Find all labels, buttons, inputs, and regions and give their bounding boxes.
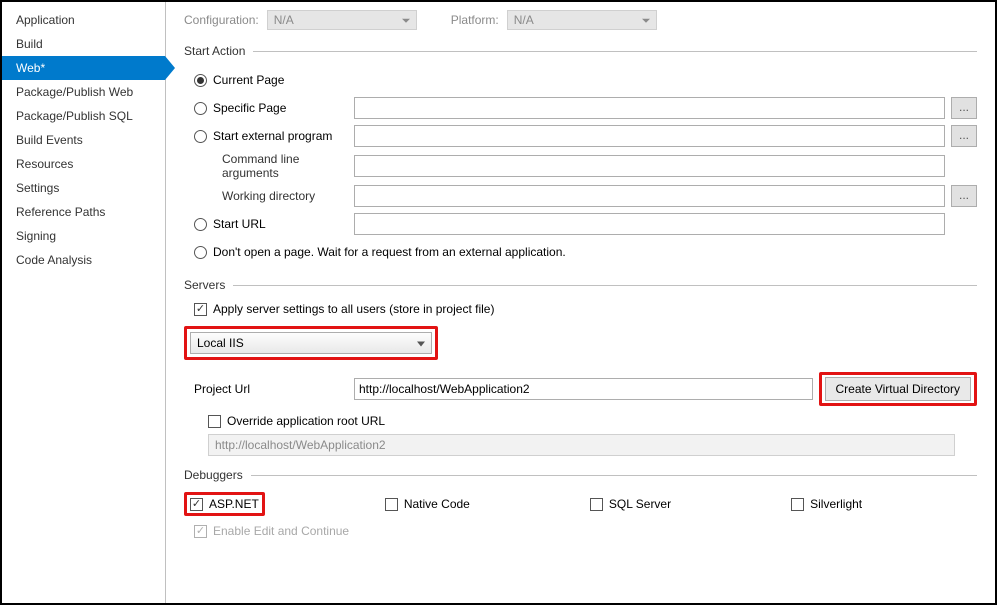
working-dir-browse-button[interactable]: ... (951, 185, 977, 207)
main-panel: Configuration: N/A Platform: N/A Start A… (166, 2, 995, 603)
sidebar: Application Build Web* Package/Publish W… (2, 2, 166, 603)
specific-page-input[interactable] (354, 97, 945, 119)
override-root-checkbox[interactable] (208, 415, 221, 428)
configuration-select: N/A (267, 10, 417, 30)
sidebar-item-package-publish-web[interactable]: Package/Publish Web (2, 80, 165, 104)
enable-edit-label: Enable Edit and Continue (213, 524, 349, 538)
specific-page-label: Specific Page (213, 101, 286, 115)
start-action-header: Start Action (184, 44, 977, 58)
sidebar-item-settings[interactable]: Settings (2, 176, 165, 200)
current-page-radio[interactable] (194, 74, 207, 87)
working-dir-input[interactable] (354, 185, 945, 207)
silverlight-checkbox[interactable] (791, 498, 804, 511)
aspnet-label: ASP.NET (209, 497, 259, 511)
start-external-radio[interactable] (194, 130, 207, 143)
server-select-value: Local IIS (197, 336, 244, 350)
sidebar-item-application[interactable]: Application (2, 8, 165, 32)
aspnet-checkbox[interactable] (190, 498, 203, 511)
servers-title: Servers (184, 278, 225, 292)
sidebar-item-package-publish-sql[interactable]: Package/Publish SQL (2, 104, 165, 128)
silverlight-label: Silverlight (810, 497, 862, 511)
dont-open-radio[interactable] (194, 246, 207, 259)
configuration-label: Configuration: (184, 13, 259, 27)
sql-server-label: SQL Server (609, 497, 671, 511)
override-root-label: Override application root URL (227, 414, 385, 428)
config-platform-row: Configuration: N/A Platform: N/A (184, 10, 977, 30)
sql-server-checkbox[interactable] (590, 498, 603, 511)
debuggers-title: Debuggers (184, 468, 243, 482)
apply-all-checkbox[interactable] (194, 303, 207, 316)
current-page-label: Current Page (213, 73, 284, 87)
sidebar-item-code-analysis[interactable]: Code Analysis (2, 248, 165, 272)
cmd-args-label: Command line arguments (184, 152, 354, 180)
start-url-radio[interactable] (194, 218, 207, 231)
specific-page-browse-button[interactable]: ... (951, 97, 977, 119)
sidebar-item-build-events[interactable]: Build Events (2, 128, 165, 152)
platform-select: N/A (507, 10, 657, 30)
dont-open-label: Don't open a page. Wait for a request fr… (213, 245, 566, 259)
debuggers-header: Debuggers (184, 468, 977, 482)
sidebar-item-resources[interactable]: Resources (2, 152, 165, 176)
project-url-input[interactable] (354, 378, 813, 400)
sidebar-item-build[interactable]: Build (2, 32, 165, 56)
start-external-browse-button[interactable]: ... (951, 125, 977, 147)
start-url-input[interactable] (354, 213, 945, 235)
start-action-title: Start Action (184, 44, 245, 58)
working-dir-label: Working directory (184, 189, 354, 203)
start-external-label: Start external program (213, 129, 332, 143)
project-url-label: Project Url (184, 382, 354, 396)
start-external-input[interactable] (354, 125, 945, 147)
native-code-label: Native Code (404, 497, 470, 511)
sidebar-item-reference-paths[interactable]: Reference Paths (2, 200, 165, 224)
sidebar-item-signing[interactable]: Signing (2, 224, 165, 248)
override-root-input: http://localhost/WebApplication2 (208, 434, 955, 456)
sidebar-item-web[interactable]: Web* (2, 56, 165, 80)
native-code-checkbox[interactable] (385, 498, 398, 511)
server-select[interactable]: Local IIS (190, 332, 432, 354)
enable-edit-checkbox (194, 525, 207, 538)
specific-page-radio[interactable] (194, 102, 207, 115)
servers-header: Servers (184, 278, 977, 292)
create-virtual-directory-button[interactable]: Create Virtual Directory (825, 377, 972, 401)
start-url-label: Start URL (213, 217, 266, 231)
apply-all-label: Apply server settings to all users (stor… (213, 302, 494, 316)
platform-label: Platform: (451, 13, 499, 27)
cmd-args-input[interactable] (354, 155, 945, 177)
